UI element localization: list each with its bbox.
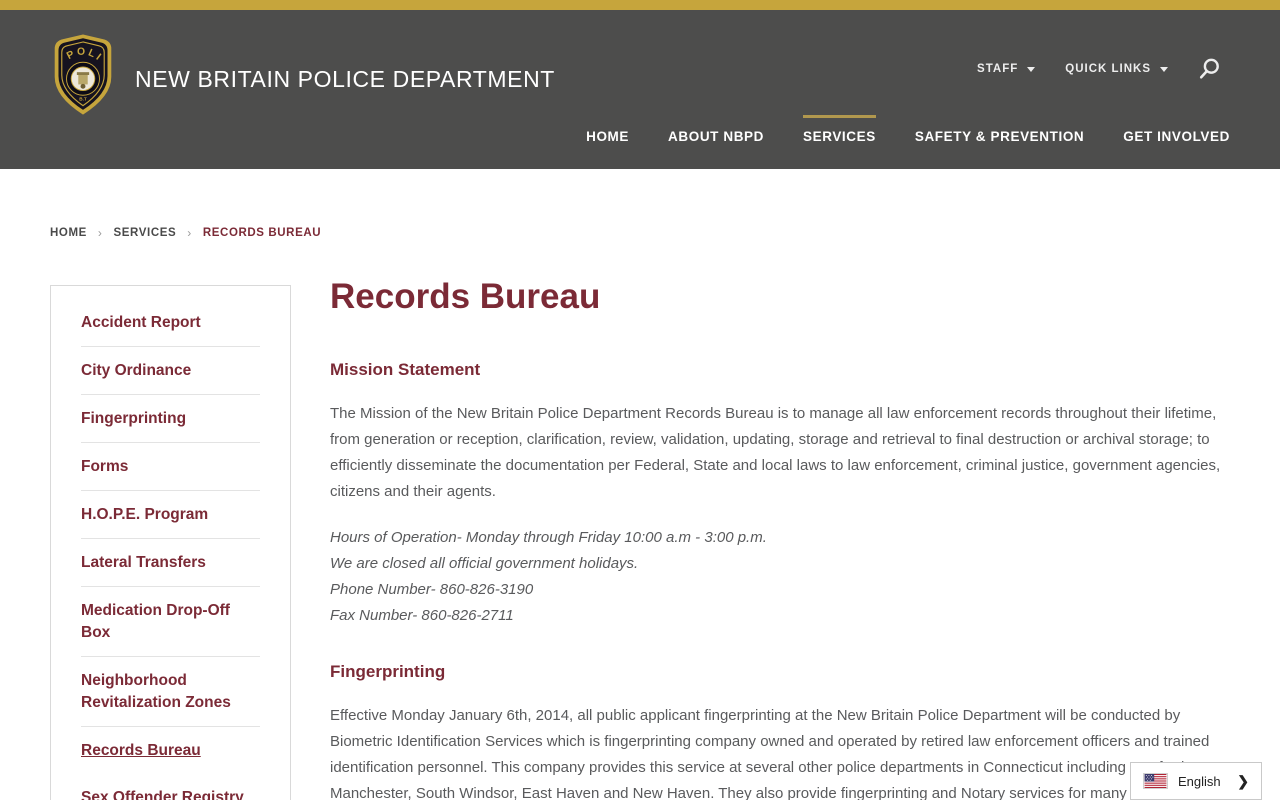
nav-item-about-nbpd[interactable]: ABOUT NBPD (668, 115, 764, 169)
sidebar-item-records-bureau[interactable]: Records Bureau (81, 727, 260, 774)
site-title[interactable]: NEW BRITAIN POLICE DEPARTMENT (135, 66, 555, 93)
main-content: Records Bureau Mission Statement The Mis… (330, 277, 1223, 800)
utility-nav: STAFF QUICK LINKS (977, 57, 1220, 81)
site-header: POLICE B.T NEW BRITAIN POLICE DEPARTMENT… (0, 10, 1280, 169)
mission-statement-paragraph: The Mission of the New Britain Police De… (330, 405, 1221, 500)
fax-number-line: Fax Number- 860-826-2711 (330, 607, 514, 624)
nav-item-get-involved[interactable]: GET INVOLVED (1123, 115, 1230, 169)
language-label: English (1178, 773, 1221, 789)
breadcrumb: HOME › SERVICES › RECORDS BUREAU (50, 226, 1280, 240)
chevron-right-icon: ❯ (1237, 772, 1249, 789)
nav-item-services[interactable]: SERVICES (803, 115, 876, 169)
phone-number-line: Phone Number- 860-826-3190 (330, 581, 534, 598)
breadcrumb-home[interactable]: HOME (50, 227, 87, 239)
services-sidebar: Accident Report City Ordinance Fingerpri… (50, 285, 291, 800)
sidebar-item-hope-program[interactable]: H.O.P.E. Program (81, 491, 260, 539)
sidebar-item-forms[interactable]: Forms (81, 443, 260, 491)
quick-links-menu[interactable]: QUICK LINKS (1065, 63, 1168, 75)
hours-of-operation-block: Hours of Operation- Monday through Frida… (330, 525, 1223, 629)
nav-item-safety-prevention[interactable]: SAFETY & PREVENTION (915, 115, 1084, 169)
chevron-down-icon (1027, 66, 1036, 72)
language-selector[interactable]: English ❯ (1130, 762, 1262, 800)
breadcrumb-services[interactable]: SERVICES (114, 227, 177, 239)
mission-statement-heading: Mission Statement (330, 360, 481, 379)
content-area: Accident Report City Ordinance Fingerpri… (50, 277, 1230, 800)
staff-menu[interactable]: STAFF (977, 63, 1036, 75)
top-accent-bar (0, 0, 1280, 10)
staff-menu-label: STAFF (977, 63, 1019, 75)
sidebar-item-medication-drop-off-box[interactable]: Medication Drop-Off Box (81, 587, 260, 657)
search-button[interactable] (1198, 57, 1220, 81)
sidebar-item-city-ordinance[interactable]: City Ordinance (81, 347, 260, 395)
nbpd-badge-logo[interactable]: POLICE B.T (50, 32, 116, 118)
nav-item-home[interactable]: HOME (586, 115, 629, 169)
sidebar-item-lateral-transfers[interactable]: Lateral Transfers (81, 539, 260, 587)
fingerprinting-paragraph: Effective Monday January 6th, 2014, all … (330, 707, 1210, 800)
sidebar-item-neighborhood-revitalization-zones[interactable]: Neighborhood Revitalization Zones (81, 657, 260, 727)
sidebar-item-fingerprinting[interactable]: Fingerprinting (81, 395, 260, 443)
page-title: Records Bureau (330, 277, 601, 316)
hours-line: Hours of Operation- Monday through Frida… (330, 529, 767, 546)
search-icon (1199, 58, 1219, 79)
sidebar-item-sex-offender-registry[interactable]: Sex Offender Registry (81, 774, 260, 800)
fingerprinting-heading: Fingerprinting (330, 662, 446, 681)
breadcrumb-records-bureau: RECORDS BUREAU (202, 227, 322, 239)
chevron-down-icon (1160, 66, 1168, 72)
logo-bottom-mark: B.T (79, 96, 87, 101)
sidebar-item-accident-report[interactable]: Accident Report (81, 299, 260, 347)
us-flag-icon (1143, 773, 1168, 789)
quick-links-menu-label: QUICK LINKS (1065, 63, 1151, 75)
holidays-line: We are closed all official government ho… (330, 555, 639, 572)
breadcrumb-separator: › (187, 226, 192, 240)
breadcrumb-separator: › (97, 226, 103, 240)
main-nav: HOME ABOUT NBPD SERVICES SAFETY & PREVEN… (586, 115, 1230, 169)
